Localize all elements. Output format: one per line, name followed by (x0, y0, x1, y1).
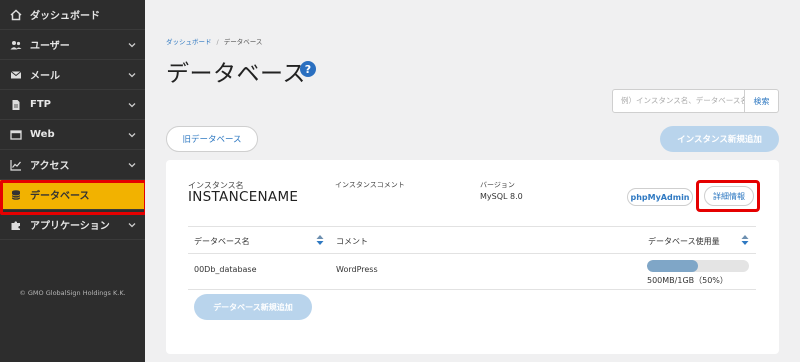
database-icon (10, 189, 22, 201)
sidebar-item-label: アクセス (30, 161, 70, 172)
window-icon (10, 129, 22, 141)
page-title: データベース (166, 61, 306, 87)
sidebar-item-database[interactable]: データベース (0, 180, 145, 210)
sidebar-item-users[interactable]: ユーザー (0, 30, 145, 60)
version-value: MySQL 8.0 (480, 192, 523, 201)
phpmyadmin-button[interactable]: phpMyAdmin (627, 188, 693, 206)
chevron-down-icon (128, 133, 136, 138)
home-icon (10, 8, 22, 21)
chart-icon (10, 159, 22, 171)
help-icon[interactable]: ? (300, 61, 316, 77)
sidebar-item-web[interactable]: Web (0, 120, 145, 150)
sidebar-item-label: アプリケーション (30, 221, 110, 232)
column-header-usage: データベース使用量 (648, 237, 720, 246)
main-content: ダッシュボード / データベース データベース ? 例）インスタンス名、データベース… (145, 0, 800, 362)
usage-progress-bar (647, 260, 749, 272)
sidebar-item-label: Web (30, 129, 55, 140)
database-table: データベース名 コメント データベース使用量 00Db_database Wor… (188, 226, 756, 290)
sidebar-item-label: メール (30, 71, 60, 82)
file-icon (10, 99, 22, 111)
add-instance-button[interactable]: インスタンス新規追加 (660, 126, 779, 152)
usage-progress-fill (647, 260, 698, 272)
chevron-down-icon (128, 103, 136, 108)
puzzle-icon (10, 219, 22, 231)
mail-icon (10, 69, 22, 81)
chevron-down-icon (128, 223, 136, 228)
sort-icon[interactable] (741, 234, 749, 246)
database-name: 00Db_database (194, 265, 257, 274)
column-header-comment: コメント (336, 237, 368, 246)
chevron-down-icon (128, 163, 136, 168)
search-input[interactable]: 例）インスタンス名、データベース名 (612, 89, 745, 113)
sidebar-item-label: ユーザー (30, 41, 70, 52)
add-database-button[interactable]: データベース新規追加 (194, 294, 312, 320)
sidebar-item-applications[interactable]: アプリケーション (0, 210, 145, 240)
sidebar-item-label: FTP (30, 99, 51, 110)
old-database-button[interactable]: 旧データベース (166, 126, 258, 152)
table-header: データベース名 コメント データベース使用量 (188, 226, 756, 254)
sidebar: ダッシュボード ユーザー メール FTP Web アクセス データベース アプリ… (0, 0, 145, 362)
breadcrumb-current: データベース (223, 38, 263, 46)
database-comment: WordPress (336, 265, 378, 274)
breadcrumb-separator: / (216, 38, 219, 46)
chevron-down-icon (128, 43, 136, 48)
search-button[interactable]: 検索 (745, 89, 779, 113)
table-row: 00Db_database WordPress 500MB/1GB（50%） (188, 254, 756, 290)
breadcrumb: ダッシュボード / データベース (166, 36, 262, 46)
instance-name: INSTANCENAME (188, 189, 299, 205)
copyright-text: © GMO GlobalSign Holdings K.K. (19, 289, 126, 297)
sidebar-item-dashboard[interactable]: ダッシュボード (0, 0, 145, 30)
sidebar-item-mail[interactable]: メール (0, 60, 145, 90)
instance-comment-label: インスタンスコメント (335, 181, 405, 189)
sidebar-item-label: ダッシュボード (30, 11, 100, 22)
usage-text: 500MB/1GB（50%） (647, 276, 728, 285)
breadcrumb-home-link[interactable]: ダッシュボード (166, 38, 212, 46)
instance-card: インスタンス名 INSTANCENAME インスタンスコメント バージョン My… (166, 160, 779, 354)
sort-icon[interactable] (316, 234, 324, 246)
detail-info-button[interactable]: 詳細情報 (704, 186, 754, 206)
chevron-down-icon (128, 73, 136, 78)
version-label: バージョン (480, 181, 515, 189)
sidebar-item-label: データベース (30, 191, 90, 202)
sidebar-item-access[interactable]: アクセス (0, 150, 145, 180)
users-icon (10, 39, 22, 51)
sidebar-item-ftp[interactable]: FTP (0, 90, 145, 120)
column-header-name: データベース名 (194, 237, 250, 246)
